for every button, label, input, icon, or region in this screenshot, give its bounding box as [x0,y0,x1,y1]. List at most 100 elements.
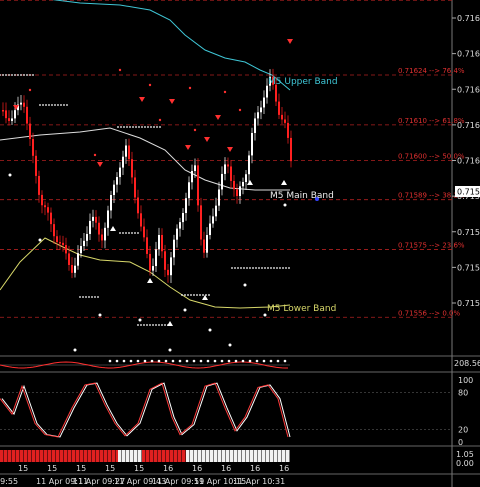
strip-cell [194,450,198,462]
level-dot [51,104,53,106]
candle-body [122,156,124,168]
mini-dot [234,359,238,363]
signal-dot [223,90,227,94]
candle-body [134,177,136,198]
level-dot [184,294,186,296]
level-dot [26,74,28,76]
signal-dot [208,328,212,332]
candle-body [203,239,205,253]
level-dot [273,267,275,269]
signal-dot [228,343,232,347]
arrow-markers [13,39,293,326]
level-dot [161,324,163,326]
price-tick-label: 0.7157 [457,263,480,272]
candle-body [170,257,172,276]
strip-cell [64,450,68,462]
mini-dot [108,359,112,363]
signal-dot [8,173,12,177]
strip-cell [92,450,96,462]
strip-cell [198,450,202,462]
level-dot [57,104,59,106]
candle-body [173,239,175,258]
level-dot [125,232,127,234]
mini-dot [178,359,182,363]
mini-indicator-panel [0,359,290,369]
strip-cell [44,450,48,462]
strip-cell [206,450,210,462]
level-dot [134,232,136,234]
candle-body [194,165,196,172]
strip-cell [24,450,28,462]
strip-cell [76,450,80,462]
candle-body [242,181,244,187]
candle-body [245,174,247,182]
candle-body [167,269,169,276]
candle-body [86,233,88,241]
candle-body [50,212,52,225]
signal-dot [238,108,242,112]
level-dot [143,324,145,326]
candle-body [254,118,256,133]
strip-number: 15 [105,464,115,473]
strip-cell [242,450,246,462]
candle-body [209,223,211,236]
level-dot [138,126,140,128]
candle-body [14,110,16,119]
stochastic-signal-line [1,382,291,438]
candle-body [20,102,22,105]
time-tick-label: 11 Apr 10:31 [233,477,285,486]
mini-dot [269,359,273,363]
strip-cell [202,450,206,462]
mini-dot [241,359,245,363]
upper-band-line [51,0,291,91]
mini-dot [220,359,224,363]
candle-body [143,226,145,238]
level-dot [282,267,284,269]
mini-dot [248,359,252,363]
level-dot [264,267,266,269]
level-dot [123,126,125,128]
time-axis: 09:5511 Apr 09:1111 Apr 09:2711 Apr 09:4… [0,477,285,486]
candle-body [149,253,151,271]
price-tick-label: 0.7163 [457,50,480,59]
strip-number: 16 [221,464,231,473]
strip-cell [80,450,84,462]
strip-cell [278,450,282,462]
strip-cell [286,450,290,462]
level-dot [150,126,152,128]
signal-dot [158,118,162,122]
fib-label: 0.71575 --> 23.6% [398,242,465,250]
mini-dot [150,359,154,363]
level-dot [120,126,122,128]
price-tick-label: 0.7160 [457,157,480,166]
strip-cell [104,450,108,462]
level-dot [149,324,151,326]
candle-body [101,234,103,241]
candle-body [215,205,217,217]
candle-body [44,205,46,208]
level-dot [202,294,204,296]
candle-body [290,137,292,162]
strip-cell [8,450,12,462]
level-dot [155,324,157,326]
level-dot [131,232,133,234]
candle-body [206,235,208,253]
strip-cell [52,450,56,462]
level-dot [14,74,16,76]
trading-chart[interactable]: 0.71645 --> 100.0%0.71624 --> 76.4%0.716… [0,0,480,487]
level-dot [45,104,47,106]
level-dot [187,294,189,296]
strip-cell [178,450,182,462]
level-dot [39,104,41,106]
strip-cell [250,450,254,462]
strip-cell [214,450,218,462]
level-dot [2,74,4,76]
current-price-label: 0.7159 [457,188,480,197]
candle-body [26,106,28,124]
level-dot [158,324,160,326]
candle-body [248,155,250,175]
level-dot [255,267,257,269]
indicator-axis-label: 208.562 [454,359,480,368]
candle-body [233,180,235,190]
candle-body [197,165,199,206]
